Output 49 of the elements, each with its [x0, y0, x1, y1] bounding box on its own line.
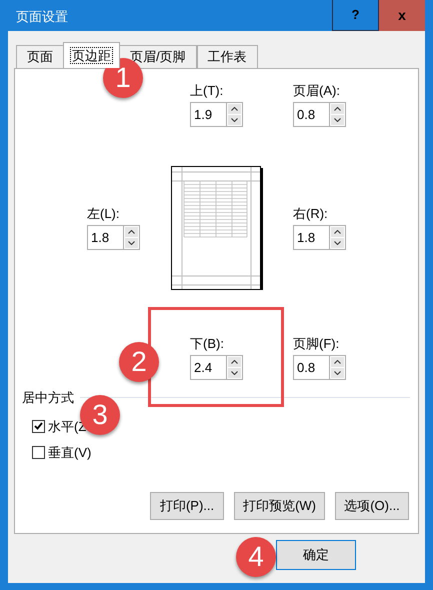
caret-down-icon: [334, 118, 341, 122]
number-field[interactable]: 2.4: [190, 355, 226, 380]
tab[interactable]: 页面: [16, 45, 64, 68]
field-label: 页眉(A):: [293, 83, 341, 99]
spin-down-button[interactable]: [228, 115, 241, 125]
spin-down-button[interactable]: [331, 115, 344, 125]
caret-up-icon: [334, 107, 341, 111]
number-field[interactable]: 1.9: [190, 102, 226, 127]
dialog-button[interactable]: 打印(P)...: [150, 492, 224, 520]
spin-down-button[interactable]: [331, 238, 344, 248]
number-field[interactable]: 0.8: [293, 355, 329, 380]
field-label: 页脚(F):: [293, 336, 340, 352]
number-field[interactable]: 1.8: [87, 225, 123, 250]
caret-down-icon: [231, 371, 238, 375]
dialog-button[interactable]: 选项(O)...: [335, 492, 409, 520]
field-label: 上(T):: [190, 83, 224, 99]
ok-button[interactable]: 确定: [276, 540, 356, 570]
field-label: 左(L):: [87, 206, 120, 222]
checkbox-label: 垂直(V): [48, 444, 92, 462]
caret-down-icon: [128, 241, 135, 245]
close-button[interactable]: x: [379, 0, 425, 31]
checkbox[interactable]: [32, 446, 45, 460]
caret-down-icon: [334, 371, 341, 375]
check-icon: [34, 422, 43, 430]
spin-down-button[interactable]: [228, 368, 241, 378]
caret-down-icon: [231, 118, 238, 122]
caret-up-icon: [231, 107, 238, 111]
number-field[interactable]: 0.8: [293, 102, 329, 127]
field-label: 右(R):: [293, 206, 329, 222]
spin-down-button[interactable]: [125, 238, 138, 248]
spin-up-button[interactable]: [331, 104, 344, 114]
checkbox[interactable]: [32, 420, 45, 433]
spin-up-button[interactable]: [228, 357, 241, 367]
spin-down-button[interactable]: [331, 368, 344, 378]
section-title: 居中方式: [22, 389, 74, 407]
dialog-button[interactable]: 打印预览(W): [234, 492, 325, 520]
spin-up-button[interactable]: [331, 357, 344, 367]
caret-up-icon: [231, 360, 238, 364]
caret-down-icon: [334, 241, 341, 245]
spin-up-button[interactable]: [331, 227, 344, 237]
spin-up-button[interactable]: [228, 104, 241, 114]
number-field[interactable]: 1.8: [293, 225, 329, 250]
spin-up-button[interactable]: [125, 227, 138, 237]
tab[interactable]: 工作表: [196, 45, 258, 68]
caret-up-icon: [334, 230, 341, 234]
caret-up-icon: [128, 230, 135, 234]
caret-up-icon: [334, 360, 341, 364]
field-label: 下(B):: [190, 336, 225, 352]
window-title: 页面设置: [15, 8, 69, 26]
